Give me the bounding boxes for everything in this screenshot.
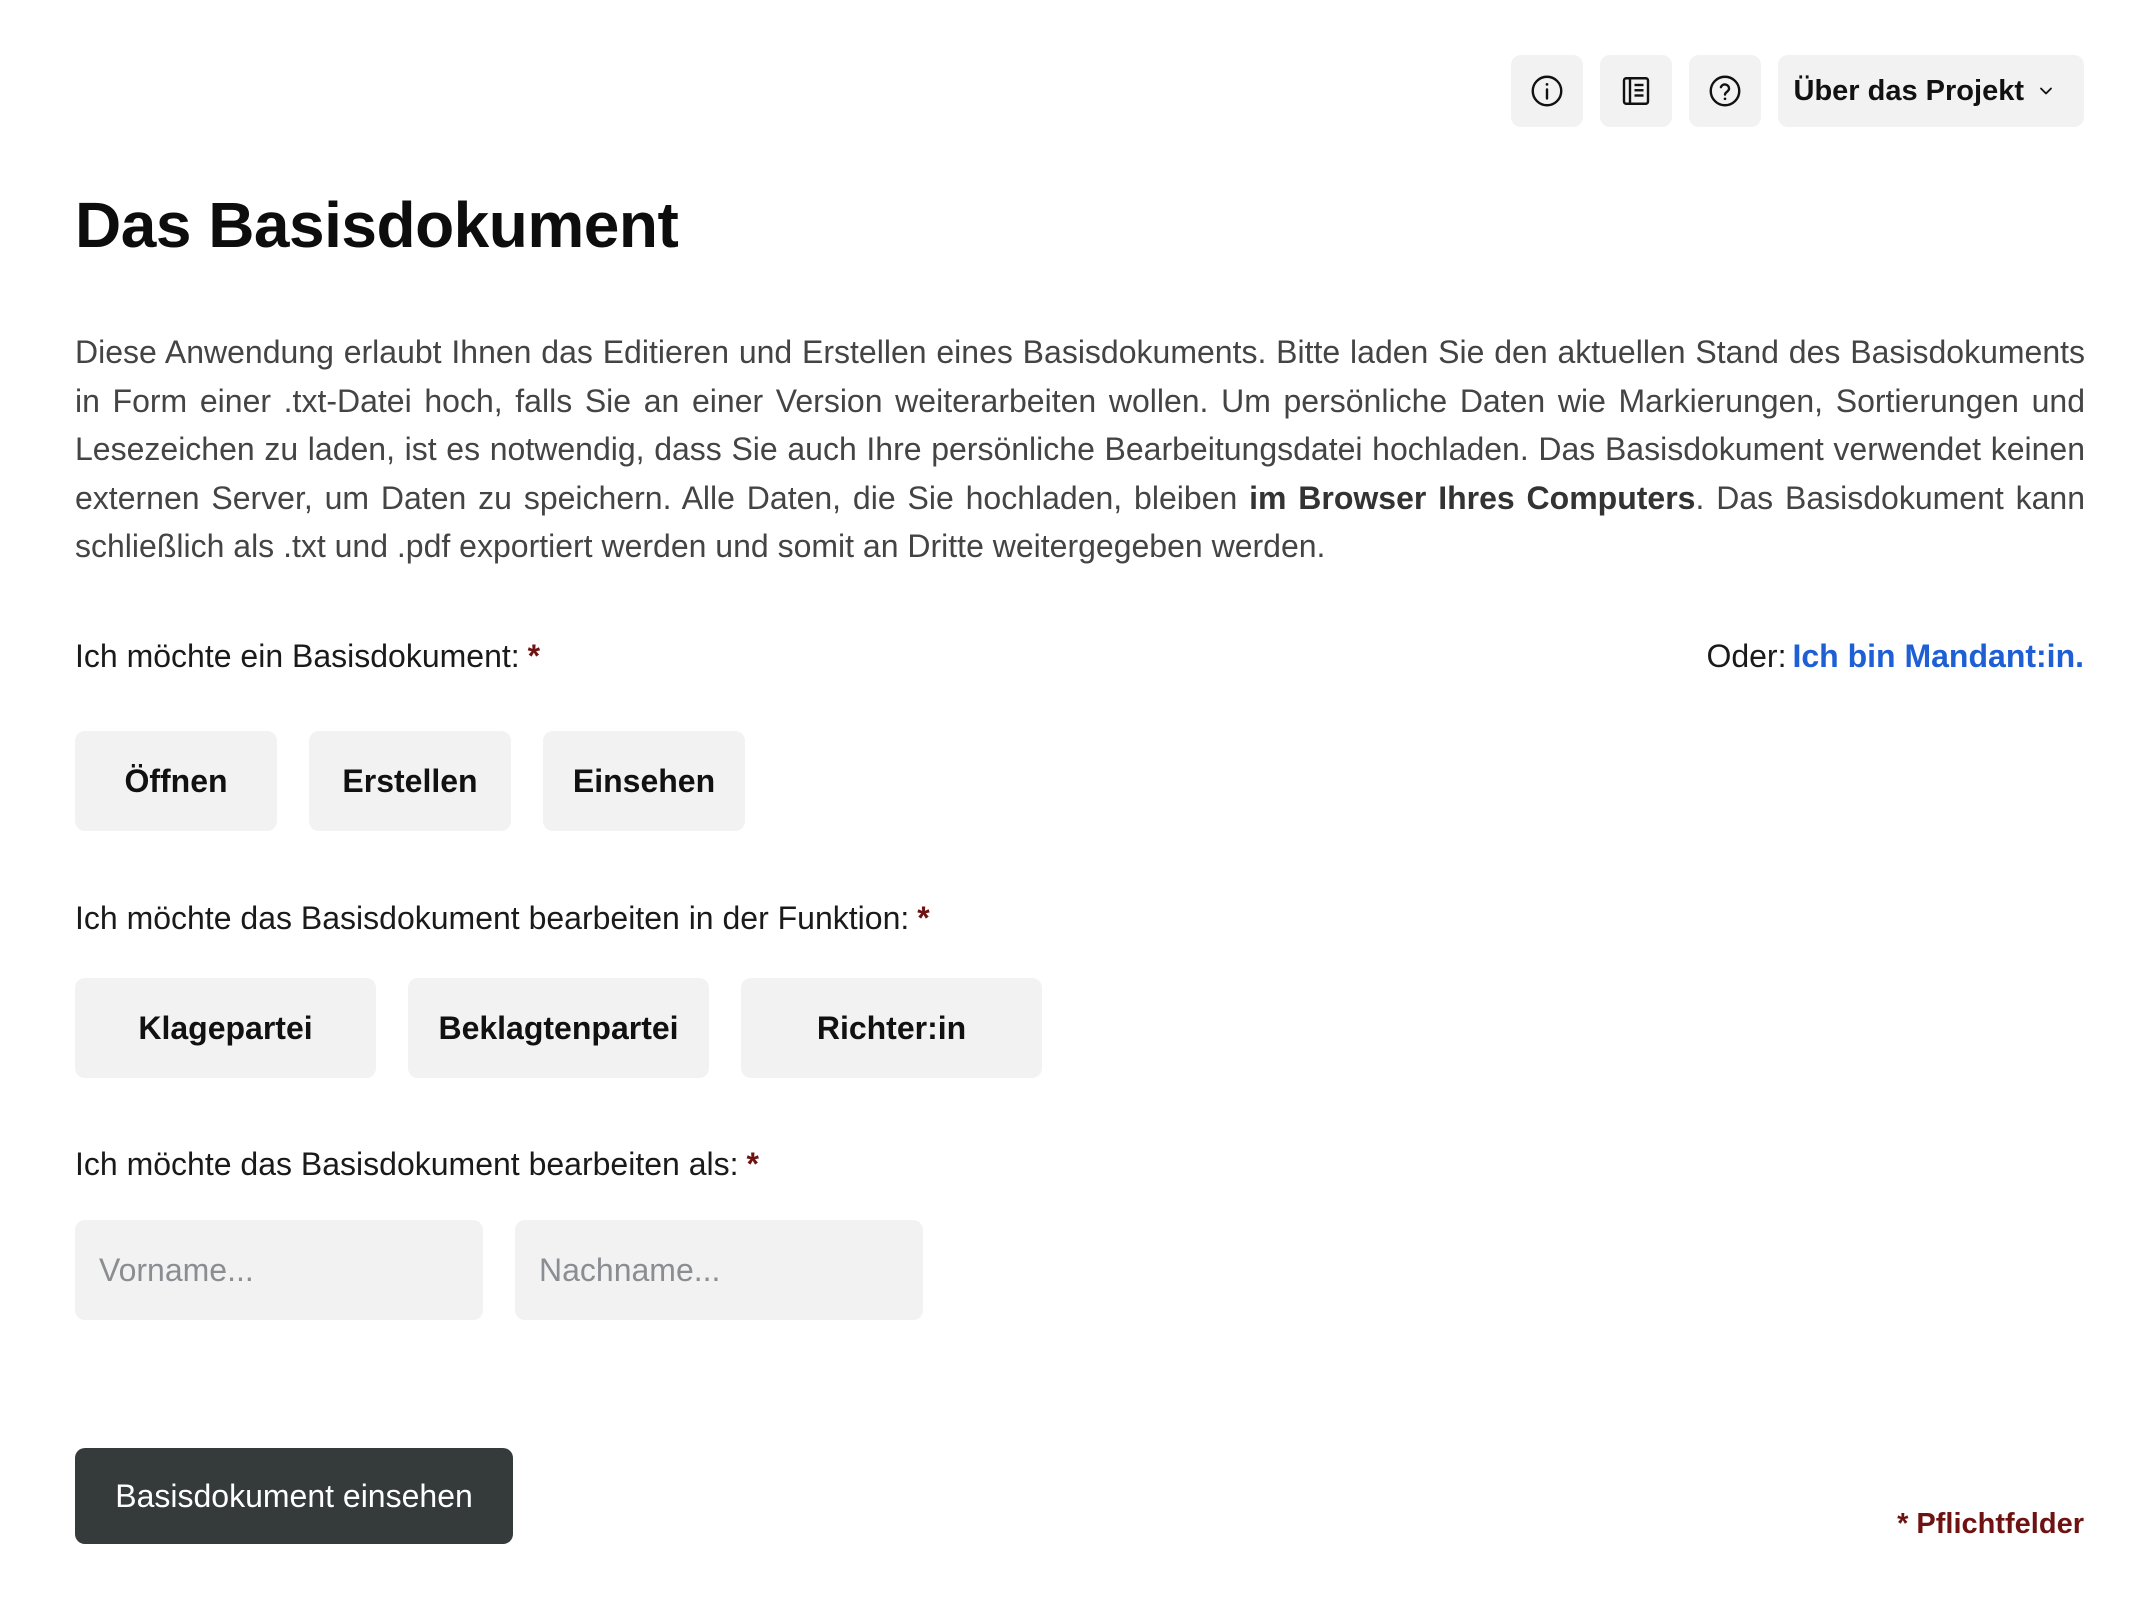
mode-options: Öffnen Erstellen Einsehen [75, 731, 745, 831]
document-list-icon [1622, 77, 1649, 105]
page-title: Das Basisdokument [75, 189, 679, 261]
about-project-label: Über das Projekt [1793, 74, 2024, 107]
intro-bold-text: im Browser Ihres Computers [1249, 479, 1696, 516]
info-circle-icon [1531, 75, 1562, 107]
client-link[interactable]: Ich bin Mandant:in. [1792, 638, 2084, 674]
identity-label: Ich möchte das Basisdokument bearbeiten … [75, 1146, 759, 1183]
last-name-input[interactable] [515, 1220, 923, 1320]
role-options: Klagepartei Beklagtenpartei Richter:in [75, 978, 1042, 1078]
view-basisdokument-button[interactable]: Basisdokument einsehen [75, 1448, 513, 1544]
mode-label: Ich möchte ein Basisdokument: * [75, 638, 540, 675]
role-label: Ich möchte das Basisdokument bearbeiten … [75, 900, 930, 937]
required-marker: * [746, 1146, 759, 1182]
top-toolbar: Über das Projekt [1510, 55, 2084, 127]
role-label-text: Ich möchte das Basisdokument bearbeiten … [75, 900, 910, 936]
mode-label-text: Ich möchte ein Basisdokument: [75, 638, 520, 674]
view-button[interactable]: Einsehen [543, 731, 745, 831]
client-prefix: Oder: [1706, 638, 1787, 674]
plaintiff-button[interactable]: Klagepartei [75, 978, 376, 1078]
judge-button[interactable]: Richter:in [741, 978, 1042, 1078]
intro-paragraph: Diese Anwendung erlaubt Ihnen das Editie… [75, 328, 2085, 571]
required-marker: * [917, 900, 930, 936]
defendant-button[interactable]: Beklagtenpartei [408, 978, 709, 1078]
required-fields-note: * Pflichtfelder [1897, 1508, 2084, 1540]
required-marker: * [527, 638, 541, 674]
client-switch: Oder: Ich bin Mandant:in. [1706, 638, 2084, 675]
info-button[interactable] [1510, 55, 1583, 127]
first-name-input[interactable] [75, 1220, 483, 1320]
document-button[interactable] [1599, 55, 1672, 127]
create-button[interactable]: Erstellen [309, 731, 511, 831]
chevron-down-icon [2040, 87, 2052, 95]
name-fields [75, 1220, 923, 1320]
open-button[interactable]: Öffnen [75, 731, 277, 831]
identity-label-text: Ich möchte das Basisdokument bearbeiten … [75, 1146, 739, 1182]
help-button[interactable] [1688, 55, 1761, 127]
about-project-dropdown[interactable]: Über das Projekt [1777, 55, 2084, 127]
question-circle-icon [1709, 75, 1740, 107]
